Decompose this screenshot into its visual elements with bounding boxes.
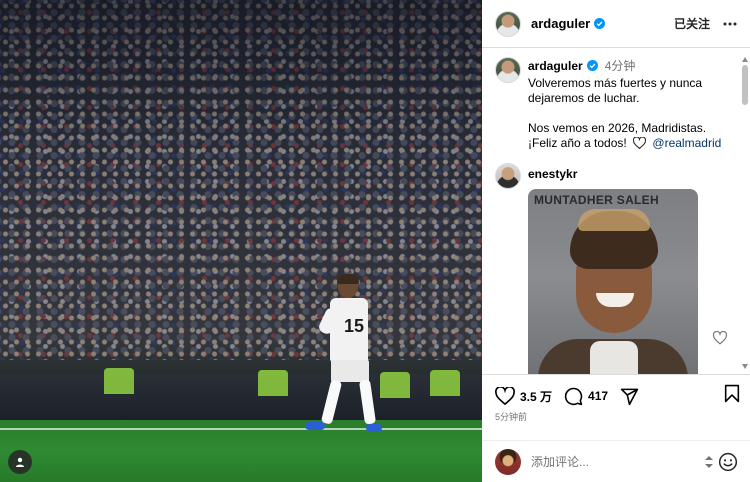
more-horizontal-icon — [723, 22, 737, 25]
bookmark-icon — [724, 384, 740, 403]
more-options-button[interactable] — [722, 16, 738, 32]
post-side-panel: ardaguler 已关注 ardaguler 4分钟 Volveremos m… — [482, 0, 750, 482]
post-caption: ardaguler 4分钟 Volveremos más fuertes y n… — [495, 57, 735, 151]
pitch-line — [0, 428, 482, 430]
like-count[interactable]: 3.5 万 — [520, 388, 552, 405]
photo-shade — [0, 0, 482, 150]
caption-text: Volveremos más fuertes y nunca dejaremos… — [528, 76, 703, 105]
comment-count[interactable]: 417 — [588, 389, 608, 403]
gif-shirt — [590, 341, 638, 374]
gif-hair-highlight — [578, 209, 650, 231]
player-leg — [320, 379, 343, 425]
player-leg — [358, 379, 377, 425]
verified-badge-icon — [594, 18, 606, 29]
player-boot — [366, 424, 382, 432]
action-bar: 3.5 万 417 — [495, 384, 740, 408]
post-photo[interactable]: 15 — [0, 0, 482, 482]
add-comment-bar — [482, 440, 750, 482]
player-hair — [337, 274, 359, 284]
player-figure: 15 — [300, 272, 390, 442]
caption-text-2: Nos vemos en 2026, Madridistas. ¡Feliz a… — [528, 121, 728, 151]
mention-link[interactable]: @realmadrid — [652, 136, 721, 150]
author-avatar[interactable] — [495, 10, 521, 37]
steward-vest — [104, 368, 134, 394]
scroll-down-arrow[interactable] — [742, 364, 748, 369]
user-tag-icon — [16, 457, 24, 467]
author-username[interactable]: ardaguler — [531, 16, 590, 31]
caption-line: Nos vemos en 2026, Madridistas. — [528, 121, 707, 135]
caption-line: ¡Feliz año a todos! @realmadrid — [528, 136, 728, 151]
scroll-up-arrow[interactable] — [742, 57, 748, 62]
comment-button[interactable]: 417 — [564, 387, 608, 406]
caption-username[interactable]: ardaguler — [528, 59, 583, 73]
scroll-thumb[interactable] — [742, 65, 748, 105]
comment-body: enestykr MUNTADHER SALEH — [528, 163, 698, 374]
share-button[interactable] — [620, 387, 639, 406]
follow-button[interactable]: 已关注 — [674, 15, 710, 32]
comments-scrollbar[interactable] — [741, 57, 749, 373]
player-shorts — [331, 360, 369, 382]
comment-gif[interactable]: MUNTADHER SALEH — [528, 189, 698, 374]
comment-like-icon[interactable] — [713, 331, 727, 345]
current-user-avatar — [495, 448, 521, 475]
commenter-username[interactable]: enestykr — [528, 167, 698, 181]
save-button[interactable] — [724, 384, 740, 408]
post-timestamp[interactable]: 5分钟前 — [495, 410, 527, 423]
caption-time[interactable]: 4分钟 — [605, 57, 636, 74]
like-button[interactable]: 3.5 万 — [495, 387, 552, 405]
commenter-avatar[interactable] — [495, 163, 521, 189]
post-header: ardaguler 已关注 — [482, 0, 750, 48]
post-actions: 3.5 万 417 5分钟前 — [482, 374, 750, 440]
jersey-number: 15 — [344, 316, 365, 336]
comment-input[interactable] — [531, 454, 704, 469]
caption-body: ardaguler 4分钟 Volveremos más fuertes y n… — [528, 57, 728, 151]
comments-list[interactable]: ardaguler 4分钟 Volveremos más fuertes y n… — [482, 48, 750, 374]
comment-item: enestykr MUNTADHER SALEH — [495, 163, 735, 374]
emoji-smile-icon[interactable] — [718, 452, 738, 472]
caption-meta: ardaguler 4分钟 — [528, 57, 728, 74]
steward-vest — [258, 370, 288, 396]
paper-plane-icon — [620, 388, 639, 405]
caption-greeting: ¡Feliz año a todos! — [528, 136, 627, 150]
steward-vest — [430, 370, 460, 396]
comment-bubble-icon — [564, 387, 583, 405]
player-boot — [305, 422, 325, 430]
white-heart-icon — [633, 137, 647, 149]
sort-arrows-icon[interactable] — [704, 455, 714, 469]
user-tag-button[interactable] — [8, 450, 32, 474]
verified-badge-icon — [586, 60, 598, 71]
heart-icon — [495, 387, 515, 405]
gif-caption-text: MUNTADHER SALEH — [534, 193, 659, 207]
caption-avatar[interactable] — [495, 57, 521, 83]
